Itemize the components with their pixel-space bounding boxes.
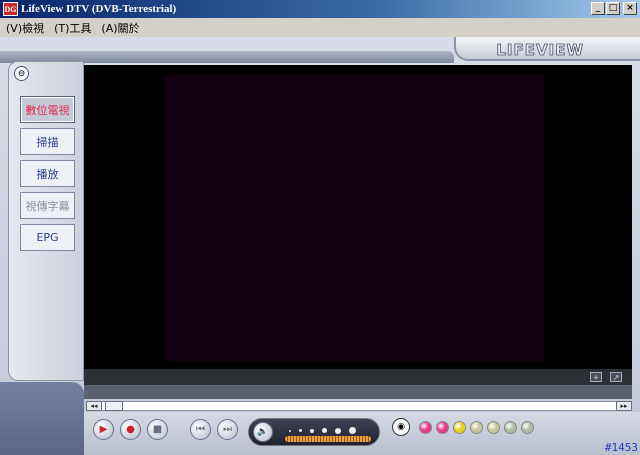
app-chrome: LIFEVIEW ⊖ 數位電視 掃描 播放 視傳字幕 EPG + ↗ ◂◂ ▸▸… [0, 37, 640, 455]
color-button[interactable] [436, 421, 449, 434]
volume-dot [299, 429, 302, 432]
control-bar: ▶ ● ■ ⏮ ⏭ 🔈 ◉ #1453 [84, 412, 640, 455]
seek-right-button[interactable]: ▸▸ [616, 401, 632, 411]
menu-tools[interactable]: (T)工具 [54, 20, 91, 36]
color-button[interactable] [419, 421, 432, 434]
app-icon: DG [3, 2, 18, 16]
channel-number: #1453 [604, 441, 638, 454]
menu-bar: (V)檢視 (T)工具 (A)關於 [0, 18, 640, 37]
volume-dot [349, 427, 356, 434]
brand-logo: LIFEVIEW [496, 41, 584, 60]
speaker-icon[interactable]: 🔈 [253, 422, 273, 442]
volume-level-dots [289, 427, 356, 434]
record-button[interactable]: ● [120, 419, 141, 440]
next-button[interactable]: ⏭ [217, 419, 238, 440]
nav-scan[interactable]: 掃描 [20, 128, 75, 155]
play-button[interactable]: ▶ [93, 419, 114, 440]
volume-dot [335, 427, 341, 434]
collapse-icon[interactable]: ⊖ [14, 66, 29, 81]
logo-tab: LIFEVIEW [454, 37, 640, 61]
seek-bar[interactable]: ◂◂ ▸▸ [86, 401, 632, 411]
stop-button[interactable]: ■ [147, 419, 168, 440]
menu-view[interactable]: (V)檢視 [6, 20, 44, 36]
color-buttons [419, 421, 534, 434]
nav-epg[interactable]: EPG [20, 224, 75, 251]
seek-left-button[interactable]: ◂◂ [86, 401, 102, 411]
volume-dot [310, 428, 314, 433]
window-title: LifeView DTV (DVB-Terrestrial) [21, 3, 177, 15]
previous-button[interactable]: ⏮ [190, 419, 211, 440]
video-status-bar: + ↗ [84, 369, 632, 385]
left-lower-panel [0, 382, 84, 455]
maximize-button[interactable]: □ [606, 2, 620, 15]
left-panel: ⊖ 數位電視 掃描 播放 視傳字幕 EPG [8, 61, 84, 381]
zoom-in-button[interactable]: + [590, 372, 602, 382]
color-button[interactable] [487, 421, 500, 434]
menu-about[interactable]: (A)關於 [101, 20, 139, 36]
close-button[interactable]: × [623, 2, 637, 15]
seek-thumb[interactable] [105, 401, 123, 411]
snapshot-button[interactable]: ◉ [392, 418, 410, 436]
nav-teletext: 視傳字幕 [20, 192, 75, 219]
video-frame [164, 75, 544, 361]
video-area[interactable] [84, 65, 632, 369]
color-button[interactable] [504, 421, 517, 434]
volume-slider[interactable] [285, 436, 371, 442]
volume-dot [289, 429, 291, 432]
volume-dot [322, 428, 327, 433]
title-bar: DG LifeView DTV (DVB-Terrestrial) _ □ × [0, 0, 640, 18]
color-button[interactable] [470, 421, 483, 434]
nav-digital-tv[interactable]: 數位電視 [20, 96, 75, 123]
volume-panel: 🔈 [248, 418, 380, 446]
minimize-button[interactable]: _ [591, 2, 605, 15]
color-button[interactable] [521, 421, 534, 434]
fullscreen-button[interactable]: ↗ [610, 372, 622, 382]
nav-playback[interactable]: 播放 [20, 160, 75, 187]
nav-menu: 數位電視 掃描 播放 視傳字幕 EPG [20, 96, 75, 251]
color-button[interactable] [453, 421, 466, 434]
video-strip [84, 385, 632, 399]
